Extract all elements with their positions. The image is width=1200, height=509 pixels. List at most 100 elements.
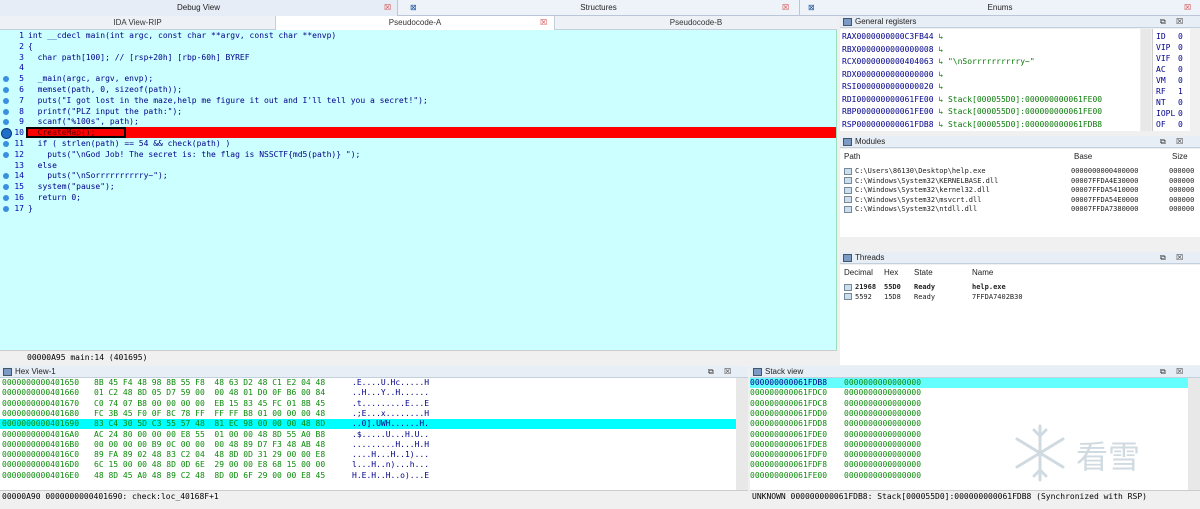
stack-row[interactable]: 000000000061FE00 0000000000000000: [750, 471, 921, 481]
hex-row[interactable]: 00000000004016E0 48 8D 45 A0 48 89 C2 48 …: [2, 471, 429, 481]
stack-row[interactable]: 000000000061FDD0 0000000000000000: [750, 409, 921, 419]
register-value[interactable]: 0000000000000020: [856, 82, 933, 91]
restore-icon[interactable]: ⧉: [708, 366, 714, 378]
register-pointer-icon: ↳: [933, 94, 948, 104]
hex-row[interactable]: 00000000004016A0 AC 24 80 00 00 00 E8 55 …: [2, 430, 429, 440]
tab-debug-view[interactable]: Debug View ☒: [0, 0, 398, 16]
code-line[interactable]: else: [28, 161, 57, 172]
module-row[interactable]: C:\Windows\System32\msvcrt.dll 00007FFDA5…: [844, 196, 1194, 206]
registers-scrollbar[interactable]: [1141, 29, 1151, 131]
close-icon[interactable]: ☒: [1176, 366, 1183, 378]
line-number: 4: [19, 63, 24, 73]
close-icon[interactable]: ☒: [540, 16, 547, 30]
tab-pseudocode-b[interactable]: Pseudocode-B: [555, 16, 837, 30]
hex-view[interactable]: 0000000000401650 8B 45 F4 48 98 8B 55 F8 …: [0, 378, 748, 490]
tab-enums[interactable]: ⊠ Enums ☒: [800, 0, 1200, 16]
module-row[interactable]: C:\Windows\System32\kernel32.dll 00007FFD…: [844, 186, 1194, 196]
hex-row[interactable]: 0000000000401690 83 C4 30 5D C3 55 57 48 …: [2, 419, 429, 429]
thread-row[interactable]: 21968 55D0 Ready help.exe: [844, 283, 1006, 292]
register-row[interactable]: RDI000000000061FE00 ↳ Stack[000055D0]:00…: [842, 94, 1102, 107]
modules-col-base[interactable]: Base: [1074, 152, 1092, 161]
threads-col-state[interactable]: State: [914, 268, 933, 277]
flag-row[interactable]: OF 0: [1156, 119, 1183, 132]
stack-address: 000000000061FDC0: [750, 388, 828, 398]
stack-scrollbar[interactable]: [1188, 378, 1200, 490]
code-line[interactable]: int __cdecl main(int argc, const char **…: [28, 31, 336, 42]
stack-row[interactable]: 000000000061FDF0 0000000000000000: [750, 450, 921, 460]
threads-col-decimal[interactable]: Decimal: [844, 268, 873, 277]
module-row[interactable]: C:\Windows\System32\KERNELBASE.dll 00007F…: [844, 177, 1194, 187]
code-line[interactable]: printf("PLZ input the path:");: [28, 107, 183, 118]
close-icon[interactable]: ☒: [1176, 252, 1183, 264]
tab-structures[interactable]: ⊠ Structures ☒: [398, 0, 800, 16]
close-icon[interactable]: ☒: [724, 366, 731, 378]
register-row[interactable]: RAX0000000000C3FB44 ↳: [842, 31, 948, 44]
close-icon[interactable]: ☒: [384, 0, 391, 16]
modules-col-size[interactable]: Size: [1172, 152, 1188, 161]
hex-scrollbar[interactable]: [736, 378, 748, 490]
code-line[interactable]: puts("I got lost in the maze,help me fig…: [28, 96, 428, 107]
stack-row[interactable]: 000000000061FDE0 0000000000000000: [750, 430, 921, 440]
register-row[interactable]: RCX0000000000404063 ↳ "\nSorrrrrrrrrry~": [842, 56, 1035, 69]
restore-icon[interactable]: ⧉: [1160, 366, 1166, 378]
threads-col-hex[interactable]: Hex: [884, 268, 898, 277]
stack-row[interactable]: 000000000061FDB8 0000000000000000: [750, 378, 921, 388]
register-value[interactable]: 0000000000000008: [856, 45, 933, 54]
stack-row[interactable]: 000000000061FDE8 0000000000000000: [750, 440, 921, 450]
code-line[interactable]: _main(argc, argv, envp);: [28, 74, 154, 85]
close-icon[interactable]: ☒: [1184, 0, 1191, 16]
close-icon[interactable]: ☒: [1176, 136, 1183, 148]
thread-row[interactable]: 5592 15D8 Ready 7FFDA7402B30: [844, 293, 1023, 302]
register-value[interactable]: 000000000061FE00: [856, 107, 933, 116]
code-line[interactable]: puts("\nGod Job! The secret is: the flag…: [28, 150, 360, 161]
restore-icon[interactable]: ⧉: [1160, 16, 1166, 28]
register-row[interactable]: RSI0000000000000020 ↳: [842, 81, 948, 94]
module-row[interactable]: C:\Users\86130\Desktop\help.exe 000000000…: [844, 167, 1194, 177]
module-base: 00007FFDA54E0000: [1071, 195, 1139, 204]
stack-row[interactable]: 000000000061FDF8 0000000000000000: [750, 460, 921, 470]
code-line[interactable]: scanf("%100s", path);: [28, 117, 139, 128]
close-icon[interactable]: ☒: [782, 0, 789, 16]
register-value[interactable]: 0000000000404063: [856, 57, 933, 66]
code-line[interactable]: puts("\nSorrrrrrrrrry~");: [28, 171, 167, 182]
hex-row[interactable]: 0000000000401650 8B 45 F4 48 98 8B 55 F8 …: [2, 378, 429, 388]
code-line[interactable]: CreateMap();: [28, 128, 96, 139]
code-line[interactable]: }: [28, 204, 33, 215]
hex-row[interactable]: 00000000004016D0 6C 15 00 00 48 8D 0D 6E …: [2, 460, 429, 470]
hex-row[interactable]: 00000000004016B0 00 00 00 00 B9 0C 00 00 …: [2, 440, 429, 450]
close-icon[interactable]: ☒: [1176, 16, 1183, 28]
stack-row[interactable]: 000000000061FDC0 0000000000000000: [750, 388, 921, 398]
register-row[interactable]: RDX0000000000000000 ↳: [842, 69, 948, 82]
stack-row[interactable]: 000000000061FDD8 0000000000000000: [750, 419, 921, 429]
register-row[interactable]: RBX0000000000000008 ↳: [842, 44, 948, 57]
pseudocode-view[interactable]: 1 2 3 4 5 6 7 8 9 10 11 12 13 14 15 16 17 int __cdecl ma…: [0, 30, 837, 364]
modules-col-path[interactable]: Path: [844, 152, 860, 161]
register-row[interactable]: RBP000000000061FE00 ↳ Stack[000055D0]:00…: [842, 106, 1102, 119]
stack-row[interactable]: 000000000061FDC8 0000000000000000: [750, 399, 921, 409]
code-line[interactable]: system("pause");: [28, 182, 115, 193]
code-line[interactable]: if ( strlen(path) == 54 && check(path) ): [28, 139, 231, 150]
hex-address: 00000000004016B0: [2, 439, 80, 449]
module-row[interactable]: C:\Windows\System32\ntdll.dll 00007FFDA73…: [844, 205, 1194, 215]
hex-row[interactable]: 0000000000401670 C0 74 07 B8 00 00 00 00 …: [2, 399, 429, 409]
register-value[interactable]: 000000000061FDB8: [856, 120, 933, 129]
tab-ida-view-rip[interactable]: IDA View-RIP: [0, 16, 276, 30]
stack-value: 0000000000000000: [844, 439, 922, 449]
hex-row[interactable]: 00000000004016C0 89 FA 89 02 48 83 C2 04 …: [2, 450, 429, 460]
hex-row[interactable]: 0000000000401660 01 C2 48 8D 05 D7 59 00 …: [2, 388, 429, 398]
restore-icon[interactable]: ⧉: [1160, 252, 1166, 264]
tab-pseudocode-a[interactable]: Pseudocode-A ☒: [276, 16, 555, 30]
restore-icon[interactable]: ⧉: [1160, 136, 1166, 148]
threads-col-name[interactable]: Name: [972, 268, 993, 277]
register-row[interactable]: RSP000000000061FDB8 ↳ Stack[000055D0]:00…: [842, 119, 1102, 132]
threads-title: Threads: [855, 253, 885, 262]
register-value[interactable]: 0000000000C3FB44: [856, 32, 933, 41]
register-value[interactable]: 0000000000000000: [856, 70, 933, 79]
code-line[interactable]: {: [28, 42, 33, 53]
hex-row[interactable]: 0000000000401680 FC 3B 45 F0 0F 8C 78 FF …: [2, 409, 429, 419]
code-line[interactable]: memset(path, 0, sizeof(path));: [28, 85, 183, 96]
register-value[interactable]: 000000000061FE00: [856, 95, 933, 104]
code-line[interactable]: return 0;: [28, 193, 81, 204]
threads-header: Threads ⧉ ☒: [840, 252, 1200, 264]
code-line[interactable]: char path[100]; // [rsp+20h] [rbp-60h] B…: [28, 53, 250, 64]
